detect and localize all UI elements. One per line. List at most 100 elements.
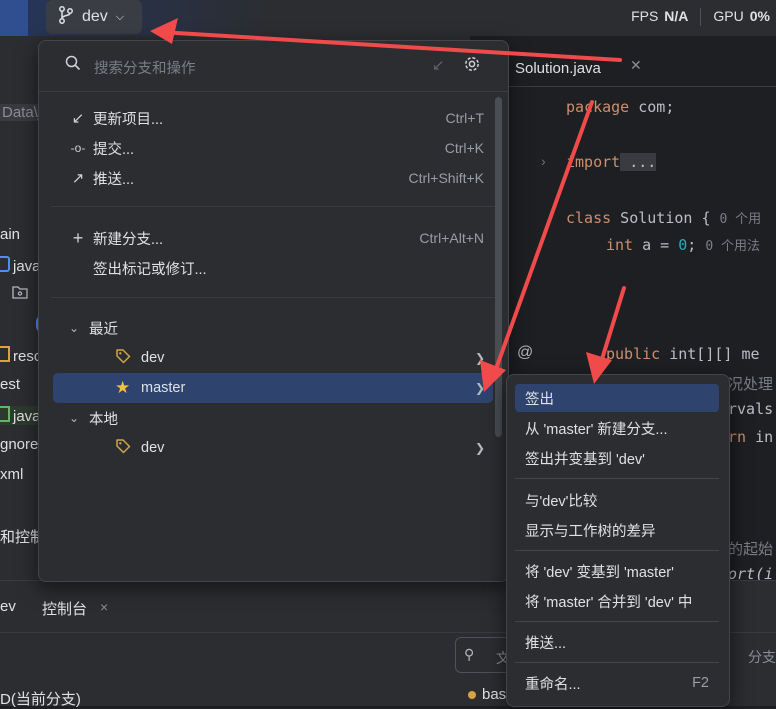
gear-icon[interactable] (463, 55, 481, 76)
performance-stats: FPS N/A GPU 0% (631, 8, 770, 26)
update-arrow-icon: ↙ (71, 110, 85, 127)
shortcut: Ctrl+K (444, 140, 484, 156)
branch-filter-label[interactable]: 分支 (748, 647, 776, 667)
tree-item-test[interactable]: est (0, 376, 20, 393)
code-line-7[interactable]: class Solution { 0 个用 (566, 208, 761, 227)
close-tab-icon[interactable]: ✕ (630, 57, 642, 74)
compare-with-dev-item[interactable]: 与'dev'比较 (515, 486, 719, 514)
menu-item-label: 签出标记或修订... (93, 261, 207, 278)
merge-master-into-dev-item[interactable]: 将 'master' 合并到 'dev' 中 (515, 587, 719, 615)
tree-item-gitignore[interactable]: gnore (0, 436, 38, 453)
code-token: import (566, 153, 621, 171)
show-diff-worktree-item[interactable]: 显示与工作树的差异 (515, 516, 719, 544)
current-branch-label: D(当前分支) (0, 691, 81, 708)
code-line-12[interactable]: public int[][] me (606, 345, 760, 363)
git-branch-icon (58, 5, 74, 29)
menu-item-label: 新建分支... (93, 231, 164, 248)
title-bar-accent (0, 0, 28, 36)
divider (51, 297, 496, 298)
resources-folder-icon (0, 346, 10, 362)
chevron-down-icon: ⌵ (115, 10, 125, 23)
test-folder-icon (0, 406, 10, 422)
tree-item-main[interactable]: ain (0, 226, 20, 243)
group-label: 本地 (89, 411, 118, 428)
commit-icon: -o- (70, 141, 86, 155)
tab-git-log[interactable]: ev (0, 598, 16, 615)
tree-item-pom[interactable]: xml (0, 466, 23, 483)
group-label: 最近 (89, 321, 118, 338)
branch-name: master (141, 380, 186, 396)
search-icon (65, 55, 81, 74)
tree-item-resources[interactable]: resc (0, 346, 41, 365)
branch-row[interactable]: bas (468, 686, 506, 703)
push-item[interactable]: ↗ 推送... Ctrl+Shift+K (39, 163, 508, 193)
menu-item-label: 推送... (93, 171, 135, 188)
popup-search-bar[interactable]: 搜索分支和操作 ↙ (39, 41, 508, 92)
tab-label: Solution.java (515, 59, 601, 77)
divider (51, 206, 496, 207)
shortcut: Ctrl+T (445, 110, 485, 126)
checkout-item[interactable]: 签出 (515, 384, 719, 412)
local-group-header[interactable]: ⌄ 本地 (39, 403, 508, 433)
code-token: com; (629, 98, 675, 116)
project-path: Data\j (0, 104, 44, 121)
stats-divider (700, 8, 702, 26)
divider (515, 550, 719, 551)
close-tab-icon[interactable]: × (100, 599, 108, 615)
chevron-down-icon: ⌄ (69, 321, 80, 335)
checkout-tag-item[interactable]: 签出标记或修订... (39, 253, 508, 283)
divider (515, 621, 719, 622)
code-token: rvals (728, 400, 774, 418)
tree-item-test-java[interactable]: java (0, 406, 41, 425)
collapse-arrow-icon[interactable]: ↙ (432, 56, 445, 74)
shortcut: Ctrl+Shift+K (408, 170, 484, 186)
tree-item-label: java (13, 258, 41, 275)
popup-scrollbar[interactable] (495, 97, 502, 437)
branch-item-master[interactable]: ★ master ❯ (53, 373, 493, 403)
new-branch-from-master-item[interactable]: 从 'master' 新建分支... (515, 414, 719, 442)
annotation-at-icon[interactable]: @ (517, 344, 533, 362)
branch-item-dev[interactable]: dev ❯ (53, 343, 493, 373)
tab-solution-java[interactable]: Solution.java (493, 54, 601, 82)
branch-name: dev (141, 440, 165, 456)
fold-chevron-icon[interactable]: › (541, 153, 546, 169)
shortcut: F2 (692, 675, 709, 691)
recent-group-header[interactable]: ⌄ 最近 (39, 313, 508, 343)
divider (515, 478, 719, 479)
code-token: Solution { (611, 209, 711, 227)
rebase-dev-onto-master-item[interactable]: 将 'dev' 变基到 'master' (515, 557, 719, 585)
code-token: ... (620, 153, 657, 171)
fps-label: FPS (631, 8, 659, 24)
code-token: package (566, 98, 630, 116)
commit-item[interactable]: -o- 提交... Ctrl+K (39, 133, 508, 163)
code-line-8[interactable]: int a = 0; 0 个用法 (606, 235, 760, 254)
tab-console[interactable]: 控制台 (42, 598, 87, 619)
branch-selector-button[interactable]: dev ⌵ (46, 0, 142, 34)
branch-context-submenu: 签出 从 'master' 新建分支... 签出并变基到 'dev' 与'dev… (506, 374, 730, 707)
plus-icon: + (72, 227, 84, 248)
fps-value: N/A (664, 8, 689, 24)
tag-icon (115, 438, 141, 458)
tree-item-java[interactable]: java (0, 256, 41, 275)
chevron-right-icon: ❯ (474, 381, 485, 395)
rename-item[interactable]: 重命名... F2 (515, 669, 719, 697)
code-token: in (746, 428, 774, 446)
code-line-15[interactable]: rn in (728, 428, 773, 446)
new-branch-item[interactable]: + 新建分支... Ctrl+Alt+N (39, 223, 508, 253)
code-line-3[interactable]: import ... (566, 153, 657, 171)
update-project-item[interactable]: ↙ 更新项目... Ctrl+T (39, 103, 508, 133)
code-line-1[interactable]: package com; (566, 98, 674, 116)
checkout-and-rebase-item[interactable]: 签出并变基到 'dev' (515, 444, 719, 472)
branch-dot-icon (468, 690, 476, 699)
branch-row-label: bas (482, 686, 507, 703)
code-token: public (606, 345, 661, 363)
search-icon: ⚲ (464, 646, 475, 662)
code-token: int (606, 236, 634, 254)
push-item[interactable]: 推送... (515, 628, 719, 656)
branch-item-local-dev[interactable]: dev ❯ (53, 433, 493, 463)
divider (515, 662, 719, 663)
package-folder-icon[interactable] (12, 285, 28, 303)
folder-icon (0, 256, 10, 272)
code-comment: 的起始 (728, 540, 774, 558)
gpu-label: GPU (713, 8, 744, 24)
